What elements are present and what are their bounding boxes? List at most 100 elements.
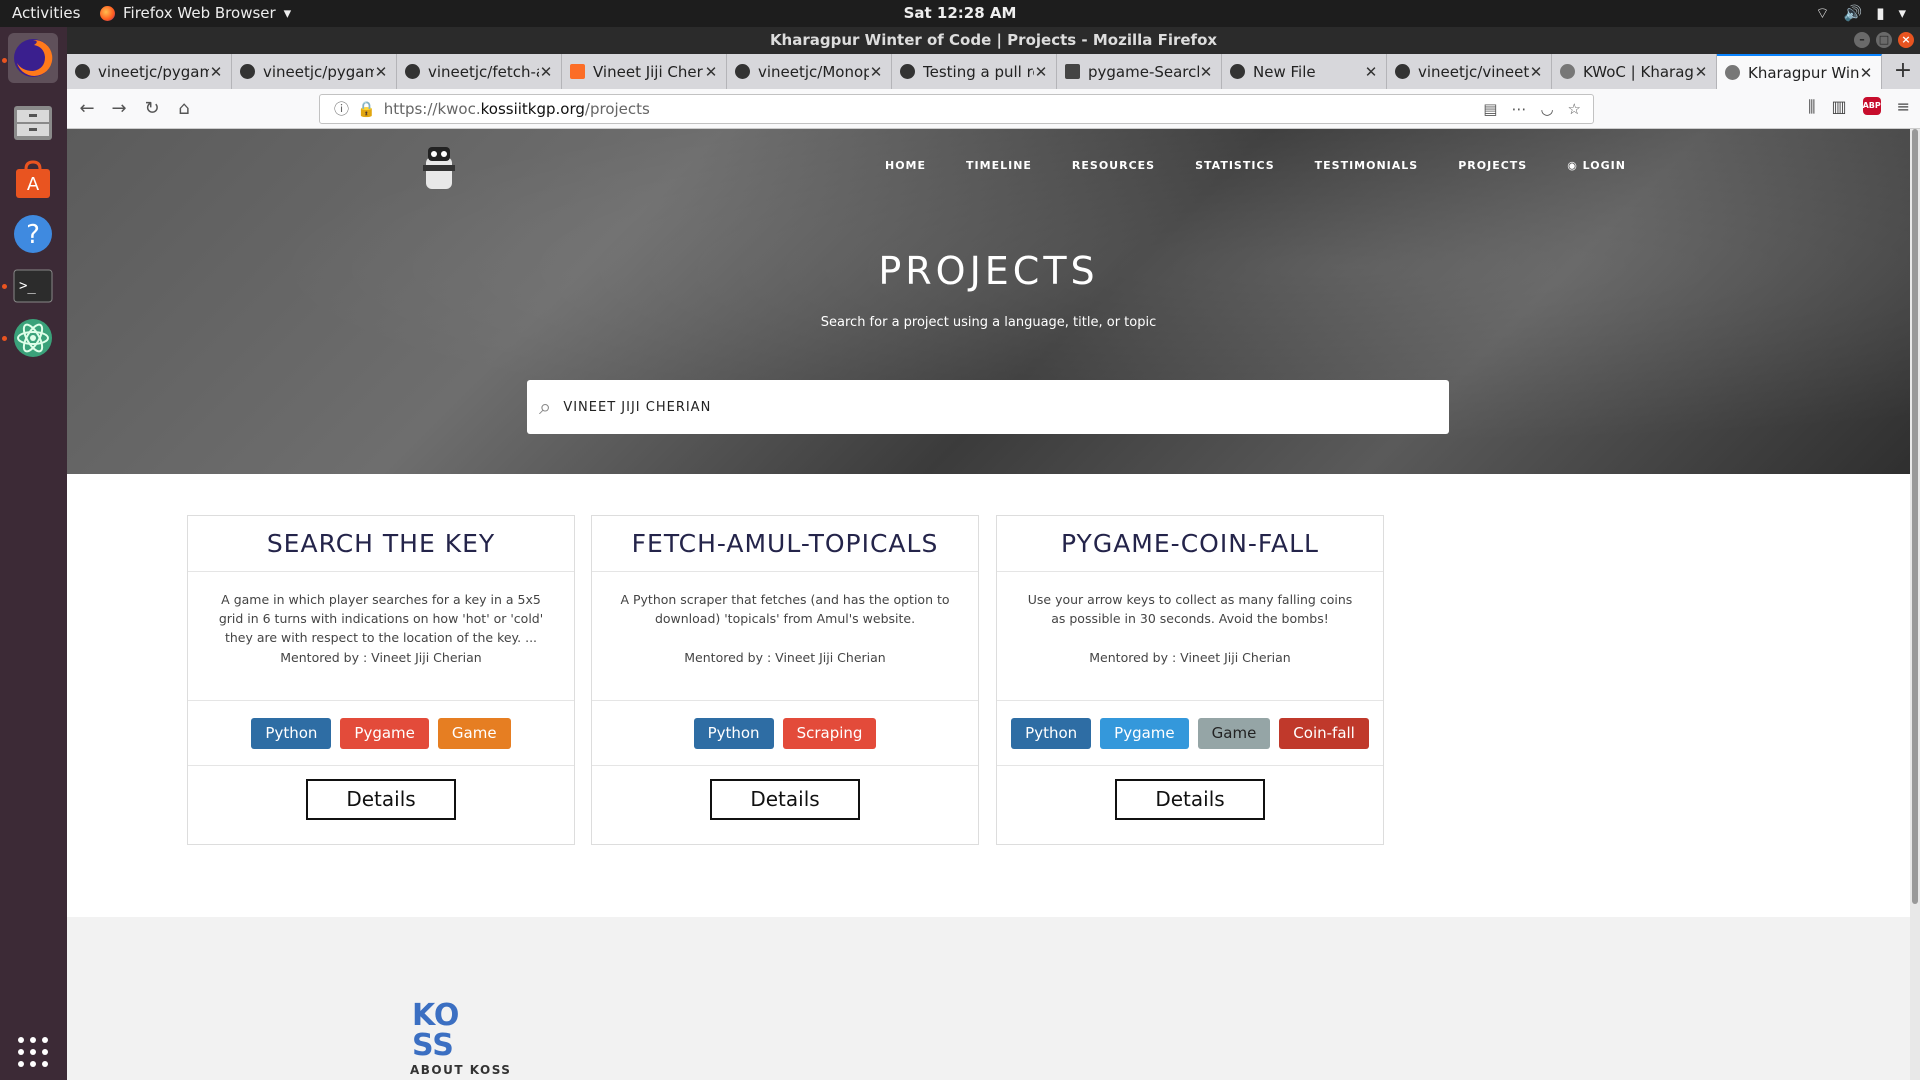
nav-testimonials[interactable]: TESTIMONIALS [1315, 159, 1419, 172]
close-icon[interactable]: ✕ [1199, 63, 1213, 81]
tab-label: Kharagpur Wint [1748, 63, 1859, 82]
new-tab-button[interactable]: + [1890, 58, 1916, 84]
forward-button[interactable]: → [107, 97, 131, 121]
tag-pygame[interactable]: Pygame [340, 717, 429, 749]
maximize-button[interactable]: □ [1876, 32, 1892, 48]
adblock-icon[interactable]: ABP [1862, 97, 1881, 115]
activities-button[interactable]: Activities [12, 4, 80, 22]
running-indicator [2, 336, 7, 341]
project-tags: Python Pygame Game [188, 700, 574, 766]
tab[interactable]: vineetjc/vineetjc✕ [1387, 54, 1552, 89]
hero-section: HOME TIMELINE RESOURCES STATISTICS TESTI… [67, 129, 1910, 474]
files-launcher[interactable] [8, 98, 58, 148]
home-button[interactable]: ⌂ [172, 97, 196, 121]
koss-logo[interactable]: KO SS [412, 997, 472, 1059]
close-icon[interactable]: ✕ [539, 63, 553, 81]
pocket-icon[interactable]: ◡ [1540, 95, 1553, 123]
github-icon [1230, 64, 1245, 79]
tab[interactable]: vineetjc/pygame-✕ [67, 54, 232, 89]
tag-pygame[interactable]: Pygame [1100, 717, 1189, 749]
page-actions-icon[interactable]: ⋯ [1511, 95, 1526, 123]
close-icon[interactable]: ✕ [1034, 63, 1048, 81]
tag-python[interactable]: Python [251, 717, 332, 749]
tab[interactable]: vineetjc/fetch-am✕ [397, 54, 562, 89]
tab[interactable]: New File ✕ [1222, 54, 1387, 89]
tag-scraping[interactable]: Scraping [782, 717, 877, 749]
close-icon[interactable]: ✕ [374, 63, 388, 81]
firefox-launcher[interactable] [8, 33, 58, 83]
software-center-launcher[interactable]: A [8, 155, 58, 205]
bookmark-star-icon[interactable]: ☆ [1568, 95, 1581, 123]
tab-bar: vineetjc/pygame-✕ vineetjc/pygame-✕ vine… [67, 54, 1920, 89]
tab-label: vineetjc/pygame- [98, 62, 209, 81]
atom-icon [14, 319, 52, 357]
hamburger-menu-icon[interactable]: ≡ [1897, 97, 1910, 117]
svg-text:SS: SS [412, 1028, 454, 1059]
scrollbar-thumb[interactable] [1912, 129, 1918, 904]
project-description: Use your arrow keys to collect as many f… [1027, 592, 1353, 626]
card-footer: Details [188, 766, 574, 832]
tab[interactable]: vineetjc/pygame-✕ [232, 54, 397, 89]
nav-timeline[interactable]: TIMELINE [966, 159, 1032, 172]
terminal-launcher[interactable]: >_ [8, 261, 58, 311]
close-icon[interactable]: ✕ [869, 63, 883, 81]
tag-game[interactable]: Game [437, 717, 511, 749]
shopping-bag-icon: A [16, 160, 50, 198]
tag-game[interactable]: Game [1197, 717, 1271, 749]
close-icon[interactable]: ✕ [704, 63, 718, 81]
library-icon[interactable]: ⫼ [1808, 97, 1815, 117]
nav-statistics[interactable]: STATISTICS [1195, 159, 1275, 172]
tab-active[interactable]: Kharagpur Wint ✕ [1717, 54, 1882, 89]
details-button[interactable]: Details [306, 778, 456, 820]
atom-launcher[interactable] [8, 313, 58, 363]
details-button[interactable]: Details [1115, 778, 1265, 820]
app-menu[interactable]: Firefox Web Browser ▾ [100, 4, 291, 22]
close-icon[interactable]: ✕ [1364, 63, 1378, 81]
details-button[interactable]: Details [710, 778, 860, 820]
close-icon[interactable]: ✕ [209, 63, 223, 81]
tab[interactable]: KWoC | Kharagpu✕ [1552, 54, 1717, 89]
gitlab-icon [570, 64, 585, 79]
nav-projects[interactable]: PROJECTS [1458, 159, 1527, 172]
close-icon[interactable]: ✕ [1859, 64, 1873, 82]
kwoc-logo[interactable] [422, 145, 456, 191]
project-search-input[interactable]: ⌕ VINEET JIJI CHERIAN [527, 380, 1449, 434]
help-launcher[interactable]: ? [8, 209, 58, 259]
back-button[interactable]: ← [75, 97, 99, 121]
dock: A ? >_ [0, 27, 67, 1080]
tab[interactable]: Testing a pull re ✕ [892, 54, 1057, 89]
project-mentor: Mentored by : Vineet Jiji Cherian [684, 650, 886, 665]
kwoc-icon [1560, 64, 1575, 79]
nav-home[interactable]: HOME [885, 159, 926, 172]
tab[interactable]: vineetjc/Monopo✕ [727, 54, 892, 89]
info-icon[interactable]: ⓘ [334, 100, 349, 118]
tab[interactable]: pygame-SearchTh✕ [1057, 54, 1222, 89]
tab-label: vineetjc/Monopo [758, 62, 869, 81]
page-scrollbar[interactable] [1910, 129, 1920, 1080]
card-footer: Details [592, 766, 978, 832]
app-menu-label: Firefox Web Browser [123, 4, 276, 22]
tag-coin-fall[interactable]: Coin-fall [1279, 717, 1369, 749]
system-top-bar: Activities Firefox Web Browser ▾ Sat 12:… [0, 0, 1920, 27]
sidebar-icon[interactable]: ▥ [1831, 97, 1846, 117]
tab[interactable]: Vineet Jiji Cheria ✕ [562, 54, 727, 89]
tag-python[interactable]: Python [1011, 717, 1092, 749]
card-footer: Details [997, 766, 1383, 832]
url-bar[interactable]: ⓘ 🔒 https://kwoc.kossiitkgp.org/projects ▤… [319, 94, 1594, 124]
close-window-button[interactable]: × [1898, 32, 1914, 48]
project-title: PYGAME-COIN-FALL [997, 516, 1383, 572]
show-apps-button[interactable] [8, 1027, 58, 1077]
nav-login[interactable]: ◉ LOGIN [1567, 159, 1626, 172]
close-icon[interactable]: ✕ [1694, 63, 1708, 81]
system-tray[interactable]: ⌔ 🔊 ▮ ▾ [1815, 4, 1906, 23]
help-icon: ? [14, 215, 52, 253]
tag-python[interactable]: Python [693, 717, 774, 749]
chevron-down-icon: ▾ [1898, 4, 1906, 22]
project-title: SEARCH THE KEY [188, 516, 574, 572]
minimize-button[interactable]: – [1854, 32, 1870, 48]
reader-view-icon[interactable]: ▤ [1483, 95, 1497, 123]
nav-resources[interactable]: RESOURCES [1072, 159, 1155, 172]
reload-button[interactable]: ↻ [140, 97, 164, 121]
close-icon[interactable]: ✕ [1529, 63, 1543, 81]
site-footer: KO SS ABOUT KOSS [67, 917, 1910, 1080]
